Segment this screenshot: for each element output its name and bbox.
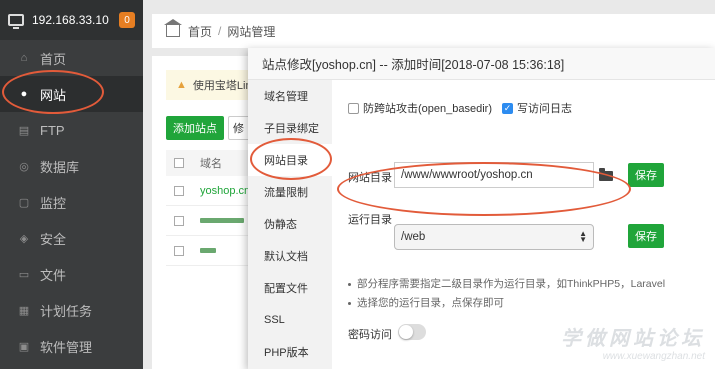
sidebar-item-files[interactable]: ▭ 文件 [0, 256, 143, 292]
breadcrumb-separator: / [218, 24, 222, 38]
sidebar-item-software[interactable]: ▣ 软件管理 [0, 328, 143, 364]
run-dir-select[interactable]: /web ▲ ▼ [394, 224, 594, 250]
database-icon: ◎ [19, 160, 29, 173]
anti-xss-checkbox[interactable] [348, 102, 359, 114]
tab-ssl[interactable]: SSL [248, 304, 332, 336]
tip-text: 部分程序需要指定二级目录作为运行目录，如ThinkPHP5，Laravel [348, 276, 665, 291]
sidebar: 192.168.33.10 0 ⌂ 首页 ● 网站 ▤ FTP ◎ 数据库 ▢ 监控 ◈ 安… [0, 0, 143, 369]
folder-icon[interactable] [599, 168, 613, 181]
server-ip: 192.168.33.10 [32, 13, 109, 27]
password-access-toggle[interactable] [398, 324, 426, 340]
table-row[interactable]: yoshop.cn [166, 176, 256, 206]
table-row[interactable] [166, 236, 256, 266]
tip-text: 选择您的运行目录，点保存即可 [348, 295, 504, 310]
site-dir-input[interactable]: /www/wwwroot/yoshop.cn [394, 162, 594, 188]
sidebar-item-website[interactable]: ● 网站 [0, 76, 143, 112]
folder-icon: ▭ [18, 268, 30, 281]
table-header: 域名 [166, 150, 256, 176]
server-header[interactable]: 192.168.33.10 0 [0, 0, 143, 40]
modal-title: 站点修改[yoshop.cn] -- 添加时间[2018-07-08 15:36… [248, 48, 715, 80]
breadcrumb-home[interactable]: 首页 [188, 23, 212, 40]
row-checkbox[interactable] [174, 245, 184, 256]
select-all-checkbox[interactable] [174, 158, 184, 168]
ftp-icon: ▤ [18, 124, 30, 137]
watermark: 学做网站论坛 www.xuewangzhan.net [561, 326, 705, 362]
warning-icon: ▲ [176, 79, 187, 91]
sidebar-item-home[interactable]: ⌂ 首页 [0, 40, 143, 76]
save-run-dir-button[interactable]: 保存 [628, 224, 664, 248]
tab-php-version[interactable]: PHP版本 [248, 336, 332, 368]
option-row: 防跨站攻击(open_basedir) ✓ 写访问日志 [348, 100, 572, 116]
row-checkbox[interactable] [174, 215, 184, 226]
run-dir-value: /web [401, 231, 426, 243]
save-site-dir-button[interactable]: 保存 [628, 163, 664, 187]
blurred-site-name [200, 248, 216, 253]
site-dir-label: 网站目录 [348, 172, 392, 184]
sidebar-item-monitor[interactable]: ▢ 监控 [0, 184, 143, 220]
site-edit-modal: 站点修改[yoshop.cn] -- 添加时间[2018-07-08 15:36… [248, 48, 715, 369]
tab-rewrite[interactable]: 伪静态 [248, 208, 332, 240]
tab-traffic-limit[interactable]: 流量限制 [248, 176, 332, 208]
monitor-icon: ▢ [18, 196, 30, 209]
sidebar-item-database[interactable]: ◎ 数据库 [0, 148, 143, 184]
monitor-icon [8, 14, 24, 29]
password-access-label: 密码访问 [348, 329, 392, 341]
select-arrows-icon: ▲ ▼ [579, 229, 587, 244]
site-name-link[interactable]: yoshop.cn [200, 185, 250, 197]
tab-site-directory[interactable]: 网站目录 [248, 144, 332, 176]
sidebar-item-security[interactable]: ◈ 安全 [0, 220, 143, 256]
run-dir-label: 运行目录 [348, 214, 392, 226]
access-log-checkbox[interactable]: ✓ [502, 102, 513, 114]
breadcrumb-current: 网站管理 [227, 24, 276, 39]
blurred-site-name [200, 218, 244, 223]
sidebar-item-ftp[interactable]: ▤ FTP [0, 112, 143, 148]
anti-xss-label: 防跨站攻击(open_basedir) [363, 103, 492, 115]
breadcrumb: 首页 / 网站管理 [152, 14, 715, 48]
apps-icon: ▣ [18, 340, 30, 353]
tab-subdir-binding[interactable]: 子目录绑定 [248, 112, 332, 144]
notification-badge[interactable]: 0 [119, 12, 135, 28]
calendar-icon: ▦ [18, 304, 30, 317]
sidebar-item-cron[interactable]: ▦ 计划任务 [0, 292, 143, 328]
tab-default-doc[interactable]: 默认文档 [248, 240, 332, 272]
add-site-button[interactable]: 添加站点 [166, 116, 224, 140]
globe-icon: ● [20, 88, 28, 100]
row-checkbox[interactable] [174, 185, 184, 196]
tab-domain[interactable]: 域名管理 [248, 80, 332, 112]
shield-icon: ◈ [19, 232, 29, 245]
home-icon [164, 19, 182, 37]
table-row[interactable] [166, 206, 256, 236]
access-log-label: 写访问日志 [517, 103, 572, 115]
home-icon: ⌂ [20, 52, 28, 64]
tab-config-file[interactable]: 配置文件 [248, 272, 332, 304]
modal-nav: 域名管理 子目录绑定 网站目录 流量限制 伪静态 默认文档 配置文件 SSL P… [248, 80, 332, 369]
